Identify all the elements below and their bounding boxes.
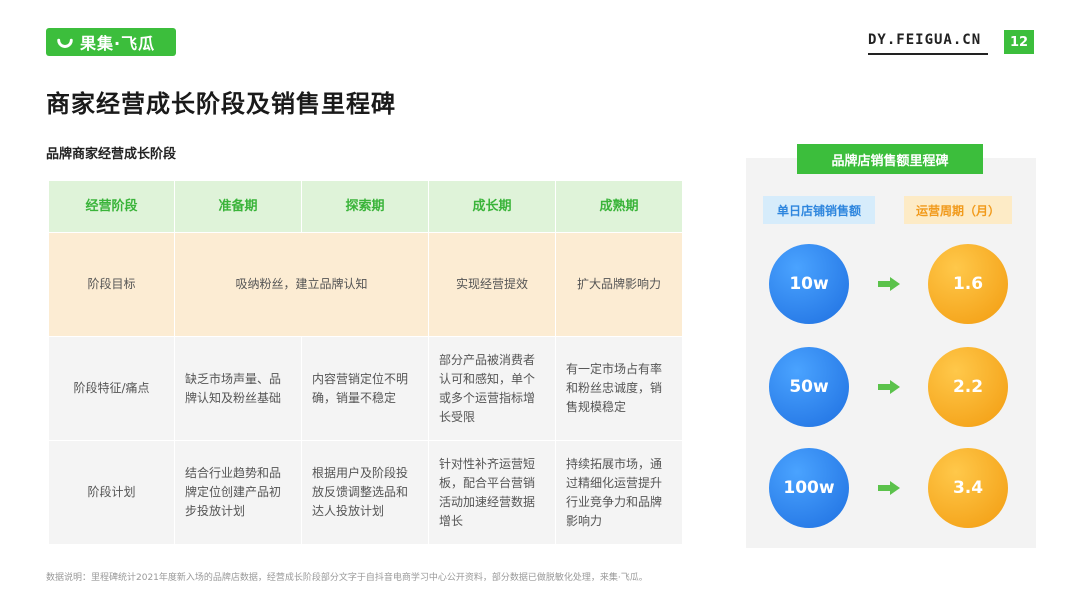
table-cell: 有一定市场占有率和粉丝忠诚度，销售规模稳定 — [555, 336, 683, 441]
site-url: DY.FEIGUA.CN — [868, 32, 982, 48]
table-cell: 部分产品被消费者认可和感知，单个或多个运营指标增长受限 — [428, 336, 556, 441]
daily-sales-label: 单日店铺销售额 — [763, 196, 875, 224]
table-row-goal: 阶段目标 吸纳粉丝，建立品牌认知 实现经营提效 扩大品牌影响力 — [48, 232, 683, 337]
site-url-underline — [868, 53, 988, 55]
table-header-row: 经营阶段 准备期 探索期 成长期 成熟期 — [48, 180, 683, 233]
column-header: 准备期 — [174, 180, 302, 233]
column-header: 探索期 — [301, 180, 429, 233]
section-title: 品牌商家经营成长阶段 — [46, 147, 177, 162]
row-label: 阶段特征/痛点 — [48, 336, 175, 441]
column-header: 成长期 — [428, 180, 556, 233]
logo-text: 果集·飞瓜 — [80, 34, 156, 53]
months-circle: 3.4 — [928, 448, 1008, 528]
column-header: 成熟期 — [555, 180, 683, 233]
table-cell: 根据用户及阶段投放反馈调整选品和达人投放计划 — [301, 440, 429, 545]
months-circle: 2.2 — [928, 347, 1008, 427]
sales-circle: 100w — [769, 448, 849, 528]
logo-mark-icon — [57, 38, 73, 48]
column-header: 经营阶段 — [48, 180, 175, 233]
sales-circle: 50w — [769, 347, 849, 427]
sales-circle: 10w — [769, 244, 849, 324]
table-cell: 内容营销定位不明确，销量不稳定 — [301, 336, 429, 441]
table-cell: 吸纳粉丝，建立品牌认知 — [174, 232, 429, 337]
table-cell: 实现经营提效 — [428, 232, 556, 337]
table-row-plan: 阶段计划 结合行业趋势和品牌定位创建产品初步投放计划 根据用户及阶段投放反馈调整… — [48, 440, 683, 545]
page-title: 商家经营成长阶段及销售里程碑 — [46, 90, 396, 118]
growth-stage-table: 经营阶段 准备期 探索期 成长期 成熟期 阶段目标 吸纳粉丝，建立品牌认知 实现… — [48, 180, 683, 545]
table-cell: 持续拓展市场，通过精细化运营提升行业竞争力和品牌影响力 — [555, 440, 683, 545]
operation-cycle-label: 运营周期（月） — [904, 196, 1012, 224]
page-number: 12 — [1004, 30, 1034, 54]
table-row-pain: 阶段特征/痛点 缺乏市场声量、品牌认知及粉丝基础 内容营销定位不明确，销量不稳定… — [48, 336, 683, 441]
row-label: 阶段目标 — [48, 232, 175, 337]
milestone-title: 品牌店销售额里程碑 — [797, 144, 983, 174]
months-circle: 1.6 — [928, 244, 1008, 324]
brand-logo: 果集·飞瓜 — [46, 28, 176, 56]
arrow-right-icon — [878, 277, 900, 291]
data-footnote: 数据说明：里程碑统计2021年度新入场的品牌店数据，经营成长阶段部分文字于自抖音… — [46, 573, 648, 583]
table-cell: 缺乏市场声量、品牌认知及粉丝基础 — [174, 336, 302, 441]
table-cell: 结合行业趋势和品牌定位创建产品初步投放计划 — [174, 440, 302, 545]
table-cell: 扩大品牌影响力 — [555, 232, 683, 337]
arrow-right-icon — [878, 481, 900, 495]
row-label: 阶段计划 — [48, 440, 175, 545]
table-cell: 针对性补齐运营短板，配合平台营销活动加速经营数据增长 — [428, 440, 556, 545]
arrow-right-icon — [878, 380, 900, 394]
